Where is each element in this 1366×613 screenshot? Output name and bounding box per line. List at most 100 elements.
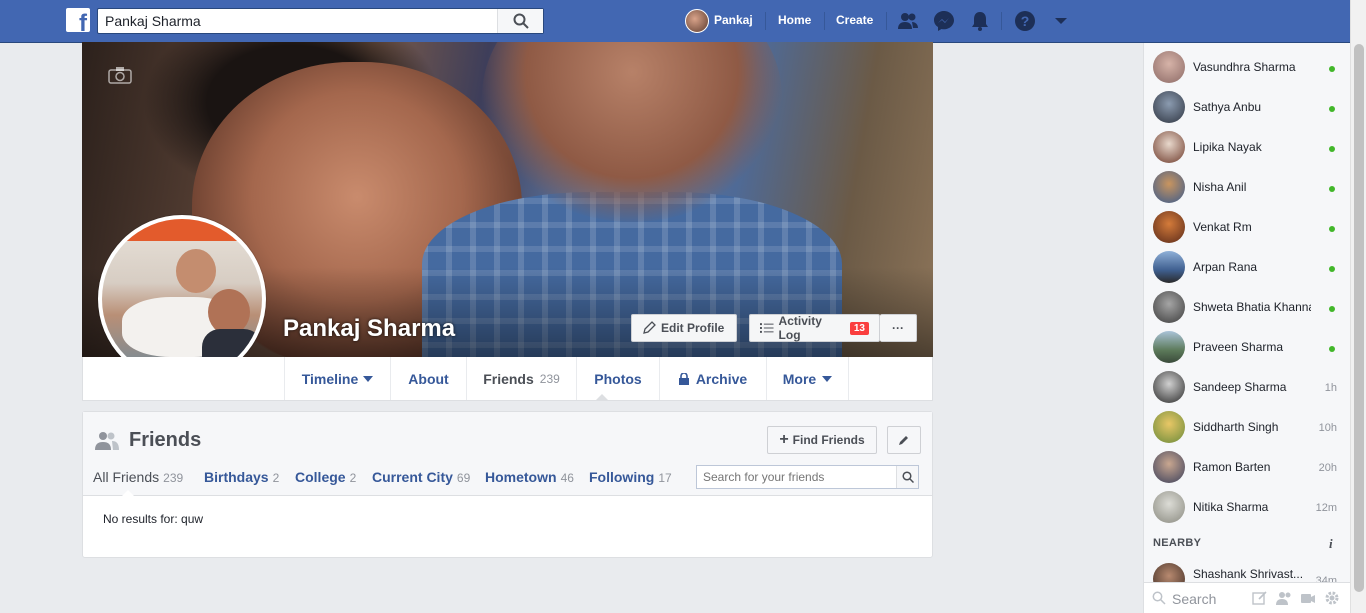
help-question-icon[interactable]: ? [1014, 10, 1036, 32]
subtab-label: Hometown [485, 469, 557, 485]
last-active-time: 20h [1318, 462, 1337, 474]
new-message-icon[interactable] [1252, 590, 1268, 606]
top-navigation-bar: f Pankaj Home Create ? [0, 0, 1366, 43]
last-active-time: 1h [1324, 382, 1337, 394]
subtab-label: All Friends [93, 469, 160, 485]
subtab-current-city[interactable]: Current City 69 [372, 469, 470, 485]
new-group-icon[interactable] [1276, 590, 1292, 606]
contact-name: Praveen Sharma [1193, 340, 1284, 354]
page-scrollbar[interactable] [1350, 0, 1366, 613]
friends-search-input[interactable] [697, 466, 897, 488]
more-options-button[interactable]: ··· [880, 314, 917, 342]
chat-sidebar: Vasundhra Sharma Sathya Anbu Lipika Naya… [1143, 43, 1350, 613]
online-status-dot [1329, 146, 1335, 152]
friends-search-button[interactable] [896, 466, 918, 488]
nav-divider [886, 12, 887, 30]
avatar [1153, 171, 1185, 203]
svg-text:?: ? [1021, 13, 1030, 29]
subtab-hometown[interactable]: Hometown 46 [485, 469, 574, 485]
chat-contact[interactable]: Nitika Sharma 12m [1144, 487, 1349, 527]
chat-contact[interactable]: Arpan Rana [1144, 247, 1349, 287]
chat-contact[interactable]: Shweta Bhatia Khanna [1144, 287, 1349, 327]
chat-search-placeholder: Search [1172, 591, 1217, 607]
find-friends-label: Find Friends [792, 433, 865, 447]
subtab-count: 2 [272, 471, 280, 485]
plus-icon: + [779, 431, 789, 448]
video-call-icon[interactable] [1300, 590, 1316, 606]
global-search-input[interactable] [98, 9, 498, 33]
avatar [1153, 131, 1185, 163]
subtab-count: 46 [560, 471, 574, 485]
account-menu-chevron-icon[interactable] [1050, 10, 1072, 32]
home-link[interactable]: Home [778, 13, 811, 27]
profile-link[interactable]: Pankaj [714, 13, 753, 27]
edit-profile-button[interactable]: Edit Profile [631, 314, 737, 342]
subtab-count: 239 [163, 471, 184, 485]
contact-name: Shashank Shrivast... [1193, 567, 1304, 581]
chat-contact[interactable]: Sathya Anbu [1144, 87, 1349, 127]
no-results-message: No results for: quw [103, 512, 204, 526]
chevron-down-icon [822, 375, 833, 382]
profile-name[interactable]: Pankaj Sharma [283, 315, 455, 343]
friends-header: Friends + Find Friends All Friends 239 Bi… [83, 412, 932, 496]
chat-search-bar[interactable]: Search [1143, 582, 1350, 613]
chat-contact[interactable]: Lipika Nayak [1144, 127, 1349, 167]
tab-label: About [408, 370, 449, 387]
user-avatar[interactable] [685, 9, 709, 33]
pencil-icon [643, 321, 656, 334]
create-link[interactable]: Create [836, 13, 873, 27]
global-search-box [97, 8, 544, 34]
chat-contact[interactable]: Vasundhra Sharma [1144, 47, 1349, 87]
activity-log-count-badge: 13 [849, 321, 869, 335]
chat-contact[interactable]: Siddharth Singh 10h [1144, 407, 1349, 447]
gear-icon[interactable] [1324, 590, 1340, 606]
activity-log-button[interactable]: Activity Log 13 [749, 314, 880, 342]
chat-contact[interactable]: Nisha Anil [1144, 167, 1349, 207]
avatar [1153, 291, 1185, 323]
facebook-logo-icon[interactable]: f [66, 8, 90, 32]
online-status-dot [1329, 266, 1335, 272]
nav-divider [765, 12, 766, 30]
tab-archive[interactable]: Archive [659, 357, 766, 400]
online-status-dot [1329, 306, 1335, 312]
chat-contact[interactable]: Ramon Barten 20h [1144, 447, 1349, 487]
chat-contact[interactable]: Praveen Sharma [1144, 327, 1349, 367]
global-search-button[interactable] [497, 9, 543, 33]
notifications-bell-icon[interactable] [969, 10, 991, 32]
subtab-count: 69 [456, 471, 471, 485]
subtab-following[interactable]: Following 17 [589, 469, 672, 485]
contact-name: Lipika Nayak [1193, 140, 1262, 154]
online-status-dot [1329, 106, 1335, 112]
tab-label: Photos [594, 370, 642, 387]
update-cover-camera-icon[interactable] [108, 66, 132, 84]
tab-more[interactable]: More [766, 357, 849, 400]
list-icon [760, 323, 774, 333]
active-subtab-indicator [122, 490, 134, 496]
friend-requests-icon[interactable] [897, 10, 919, 32]
edit-profile-label: Edit Profile [661, 321, 725, 335]
edit-friends-button[interactable] [887, 426, 921, 454]
lock-icon [678, 372, 689, 385]
scrollbar-thumb[interactable] [1354, 44, 1364, 592]
subtab-all-friends[interactable]: All Friends 239 [93, 469, 183, 485]
friends-search-box [696, 465, 919, 489]
subtab-birthdays[interactable]: Birthdays 2 [204, 469, 279, 485]
chat-contact[interactable]: Venkat Rm [1144, 207, 1349, 247]
contact-name: Ramon Barten [1193, 460, 1271, 474]
avatar [1153, 91, 1185, 123]
avatar [1153, 411, 1185, 443]
chat-contact[interactable]: Sandeep Sharma 1h [1144, 367, 1349, 407]
tab-label: Archive [695, 370, 748, 387]
contact-name: Arpan Rana [1193, 260, 1258, 274]
tab-about[interactable]: About [390, 357, 466, 400]
subtab-label: Current City [372, 469, 453, 485]
tab-friends[interactable]: Friends 239 [466, 357, 576, 400]
find-friends-button[interactable]: + Find Friends [767, 426, 877, 454]
tab-photos[interactable]: Photos [576, 357, 659, 400]
tab-timeline[interactable]: Timeline [284, 357, 390, 400]
friends-icon [95, 432, 119, 450]
messenger-icon[interactable] [933, 10, 955, 32]
info-icon[interactable]: i [1329, 536, 1333, 552]
subtab-college[interactable]: College 2 [295, 469, 356, 485]
avatar [1153, 451, 1185, 483]
